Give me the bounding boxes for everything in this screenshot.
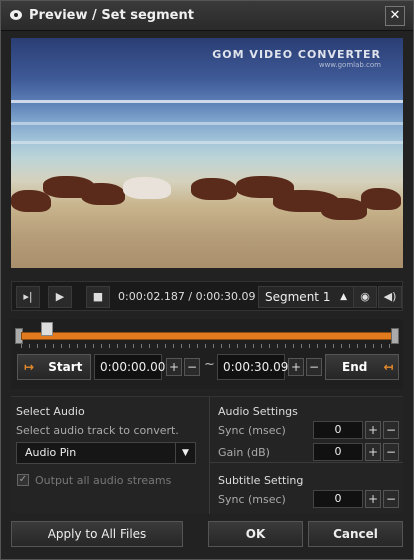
divider xyxy=(210,462,403,463)
play-icon[interactable]: ▶ xyxy=(48,286,72,308)
subtitle-settings-heading: Subtitle Setting xyxy=(218,474,304,487)
wave-line xyxy=(11,100,403,103)
close-button[interactable]: ✕ xyxy=(385,6,405,26)
end-button[interactable]: End ↤ xyxy=(325,354,399,380)
subtitle-sync-field[interactable]: 0 xyxy=(313,490,363,508)
apply-to-all-button[interactable]: Apply to All Files xyxy=(11,521,183,547)
start-label: Start xyxy=(48,360,83,374)
gain-minus-button[interactable]: − xyxy=(383,443,399,461)
track-right-handle[interactable] xyxy=(391,328,399,344)
eye-icon xyxy=(10,10,22,20)
end-time-field[interactable]: 0:00:30.09 xyxy=(217,354,288,380)
chevron-up-icon: ▲ xyxy=(340,292,347,302)
select-audio-heading: Select Audio xyxy=(16,405,85,418)
ok-button[interactable]: OK xyxy=(208,521,303,547)
horse xyxy=(191,178,237,200)
audio-sync-minus-button[interactable]: − xyxy=(383,421,399,439)
audio-track-value: Audio Pin xyxy=(25,446,77,459)
select-audio-hint: Select audio track to convert. xyxy=(16,424,179,437)
stop-icon[interactable]: ■ xyxy=(86,286,110,308)
tick-marks xyxy=(21,344,395,348)
range-separator: ~ xyxy=(204,357,215,372)
arrow-left-icon: ↤ xyxy=(383,360,394,374)
preview-dialog: Preview / Set segment ✕ GOM VIDEO CONVER… xyxy=(0,0,414,560)
end-plus-button[interactable]: + xyxy=(288,358,304,376)
start-minus-button[interactable]: − xyxy=(184,358,200,376)
wave-line xyxy=(11,141,403,144)
output-all-checkbox[interactable]: ✓ xyxy=(17,474,29,486)
segment-select[interactable]: Segment 1 ▲ xyxy=(258,286,354,308)
video-preview[interactable]: GOM VIDEO CONVERTER www.gomlab.com xyxy=(11,38,403,268)
position-knob[interactable] xyxy=(41,322,54,336)
start-plus-button[interactable]: + xyxy=(166,358,182,376)
step-icon[interactable]: ▸| xyxy=(16,286,40,308)
cancel-button[interactable]: Cancel xyxy=(308,521,403,547)
subtitle-sync-label: Sync (msec) xyxy=(218,493,286,506)
audio-sync-label: Sync (msec) xyxy=(218,424,286,437)
chevron-down-icon: ▼ xyxy=(175,443,195,463)
watermark: GOM VIDEO CONVERTER xyxy=(212,48,381,61)
audio-sync-plus-button[interactable]: + xyxy=(365,421,381,439)
horse xyxy=(123,177,171,199)
timecode: 0:00:02.187 / 0:00:30.09 xyxy=(118,290,256,303)
audio-track-select[interactable]: Audio Pin ▼ xyxy=(16,442,196,464)
output-all-label: Output all audio streams xyxy=(35,474,172,487)
end-minus-button[interactable]: − xyxy=(306,358,322,376)
camera-icon[interactable]: ◉ xyxy=(353,286,377,308)
gain-plus-button[interactable]: + xyxy=(365,443,381,461)
dialog-title: Preview / Set segment xyxy=(29,8,194,23)
subtitle-sync-minus-button[interactable]: − xyxy=(383,490,399,508)
segment-label: Segment 1 xyxy=(265,290,331,304)
playback-controls: ▸| ▶ ■ 0:00:02.187 / 0:00:30.09 Segment … xyxy=(11,281,403,311)
audio-sync-field[interactable]: 0 xyxy=(313,421,363,439)
segment-editor: ↦ Start 0:00:00.00 + − ~ 0:00:30.09 + − … xyxy=(11,319,403,389)
title-bar[interactable]: Preview / Set segment ✕ xyxy=(1,1,413,31)
horse xyxy=(81,183,125,205)
divider xyxy=(209,397,210,514)
start-time-field[interactable]: 0:00:00.00 xyxy=(94,354,165,380)
start-button[interactable]: ↦ Start xyxy=(17,354,91,380)
gain-field[interactable]: 0 xyxy=(313,443,363,461)
arrow-right-icon: ↦ xyxy=(24,360,35,374)
end-label: End xyxy=(342,360,368,374)
segment-track[interactable] xyxy=(21,332,395,340)
horse xyxy=(361,188,401,210)
gain-label: Gain (dB) xyxy=(218,446,270,459)
wave-line xyxy=(11,122,403,125)
settings-panel: Select Audio Select audio track to conve… xyxy=(11,396,403,514)
audio-settings-heading: Audio Settings xyxy=(218,405,298,418)
subtitle-sync-plus-button[interactable]: + xyxy=(365,490,381,508)
volume-icon[interactable]: ◀) xyxy=(378,286,402,308)
watermark-url: www.gomlab.com xyxy=(318,61,381,69)
